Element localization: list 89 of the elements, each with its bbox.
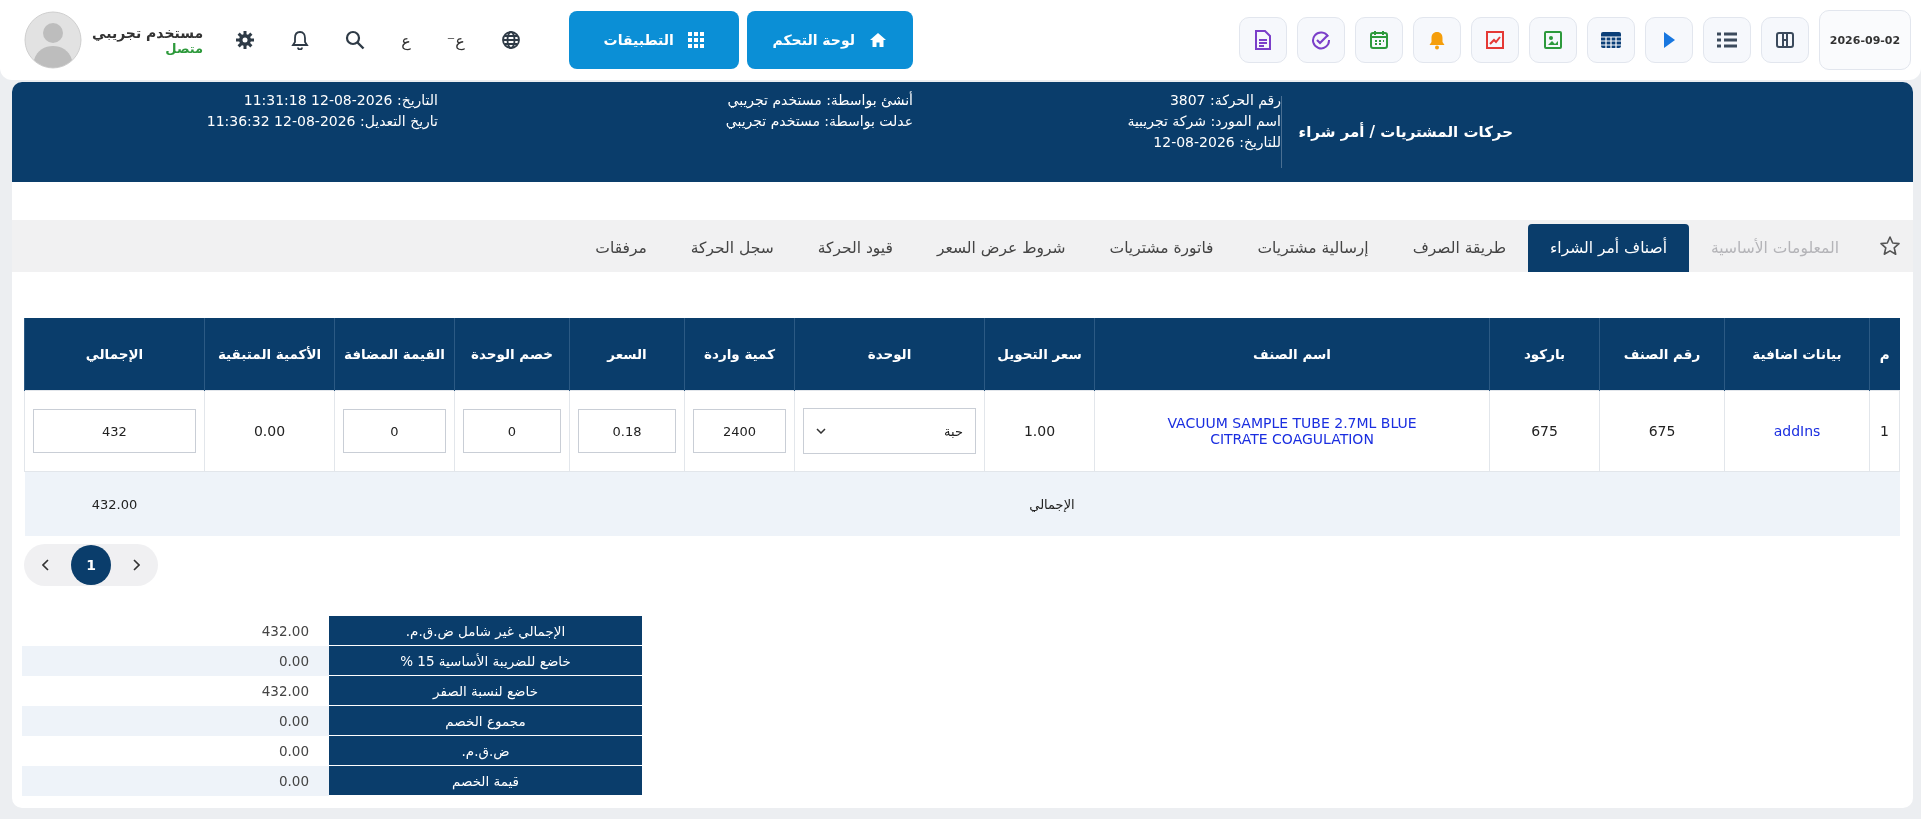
notifications-icon[interactable]	[291, 30, 310, 50]
calendar-icon	[1369, 30, 1389, 50]
star-icon[interactable]	[1879, 235, 1901, 257]
tab[interactable]: فاتورة مشتريات	[1087, 224, 1236, 272]
header-info: أنشئ بواسطة: مستخدم تجريبي	[726, 92, 913, 108]
tab[interactable]: طريقة الصرف	[1390, 224, 1529, 272]
chevron-down-icon	[816, 428, 826, 434]
column-header[interactable]: القيمة المضافة	[334, 318, 455, 391]
summary-value: 432.00	[260, 682, 310, 701]
tab[interactable]: أصناف أمر الشراء	[1528, 224, 1689, 272]
nav-button[interactable]: لوحة التحكم	[746, 11, 913, 69]
summary-label: قيمة الخصم	[329, 766, 642, 796]
toolbar-button[interactable]	[1645, 17, 1693, 63]
summary-label: خاضع لنسبة الصفر	[329, 676, 642, 706]
chart-icon	[1485, 30, 1505, 50]
input-field[interactable]: 432	[33, 409, 196, 453]
home-icon	[868, 32, 887, 48]
tab[interactable]: قيود الحركة	[795, 224, 915, 272]
columns-icon	[1775, 30, 1795, 50]
toolbar-button[interactable]	[1587, 17, 1635, 63]
chevron-left-icon[interactable]	[42, 559, 50, 571]
grid-icon	[687, 32, 704, 48]
summary-value: 0.00	[22, 766, 329, 796]
font-size-toggle[interactable]: ع⁻	[446, 30, 465, 50]
font-size-toggle[interactable]: ع	[401, 30, 411, 50]
column-header[interactable]: باركود	[1489, 318, 1600, 391]
unit-dropdown[interactable]: حبة	[803, 408, 976, 454]
check-circle-icon	[1311, 30, 1331, 50]
summary-value: 0.00	[277, 742, 310, 761]
date-display: 2026-09-02	[1819, 10, 1911, 70]
page-title: حركات المشتريات / أمر شراء	[1281, 96, 1531, 168]
column-header[interactable]: خصم الوحدة	[454, 318, 570, 391]
input-field[interactable]: 2400	[693, 409, 786, 453]
header-info: عدلت بواسطة: مستخدم تجريبي	[724, 113, 913, 129]
total-value: 432.00	[24, 471, 205, 536]
summary-label: خاضع للضريبة الأساسية 15 %	[329, 646, 642, 676]
header-info: تاريخ التعديل: 2026-08-12 11:36:32	[205, 113, 438, 129]
bell-icon	[1427, 30, 1447, 50]
tab[interactable]: مرفقات	[573, 224, 669, 272]
table-icon	[1600, 30, 1622, 50]
play-icon	[1662, 31, 1676, 49]
header-info: اسم المورد: شركة تجريبية	[1126, 113, 1281, 129]
globe-icon[interactable]	[500, 30, 521, 50]
toolbar-button[interactable]	[1761, 17, 1809, 63]
item-link[interactable]: addIns	[1773, 423, 1821, 439]
toolbar-button[interactable]	[1703, 17, 1751, 63]
column-header[interactable]: الوحدة	[794, 318, 985, 391]
user-status: متصل	[165, 40, 204, 56]
summary-value: 0.00	[22, 706, 329, 736]
summary-label: مجموع الخصم	[329, 706, 642, 736]
tab[interactable]: شروط عرض السعر	[914, 224, 1088, 272]
image-icon	[1543, 30, 1563, 50]
list-icon	[1716, 32, 1738, 48]
column-header[interactable]: بيانات اضافية	[1724, 318, 1870, 391]
table-cell: 1.00	[984, 390, 1095, 472]
column-header[interactable]: سعر التحويل	[984, 318, 1095, 391]
table-cell: 1	[1869, 390, 1900, 472]
header-info: للتاريخ: 2026-08-12	[1152, 134, 1281, 150]
tab[interactable]: سجل الحركة	[668, 224, 796, 272]
input-field[interactable]: 0	[343, 409, 446, 453]
summary-label: ض.ق.م.	[329, 736, 642, 766]
document-icon	[1254, 30, 1272, 50]
toolbar-button[interactable]	[1239, 17, 1287, 63]
settings-icon[interactable]	[235, 30, 256, 50]
summary-label: الإجمالي غير شامل ض.ق.م.	[329, 616, 642, 646]
header-info: التاريخ: 2026-08-12 11:31:18	[242, 92, 438, 108]
column-header[interactable]: كمية واردة	[684, 318, 795, 391]
input-field[interactable]: 0.18	[578, 409, 676, 453]
column-header[interactable]: م	[1869, 318, 1900, 391]
user-name: مستخدم تجريبي	[92, 24, 204, 41]
header-info: رقم الحركة: 3807	[1168, 92, 1281, 108]
input-field[interactable]: 0	[463, 409, 561, 453]
summary-value: 432.00	[260, 622, 310, 641]
column-header[interactable]: السعر	[569, 318, 685, 391]
page-button[interactable]: 1	[71, 545, 111, 585]
table-cell: 0.00	[204, 390, 335, 472]
column-header[interactable]: الأكمية المتبقية	[204, 318, 335, 391]
summary-value: 0.00	[22, 646, 329, 676]
column-header[interactable]: الإجمالي	[24, 318, 205, 391]
search-icon[interactable]	[345, 30, 366, 50]
column-header[interactable]: اسم الصنف	[1094, 318, 1490, 391]
chevron-right-icon[interactable]	[132, 559, 140, 571]
total-label: الإجمالي	[204, 471, 1900, 536]
toolbar-button[interactable]	[1297, 17, 1345, 63]
nav-button[interactable]: التطبيقات	[568, 11, 739, 69]
column-header[interactable]: رقم الصنف	[1599, 318, 1725, 391]
table-cell: 675	[1599, 390, 1725, 472]
table-cell: 675	[1489, 390, 1600, 472]
tab[interactable]: إرسالية مشتريات	[1235, 224, 1391, 272]
